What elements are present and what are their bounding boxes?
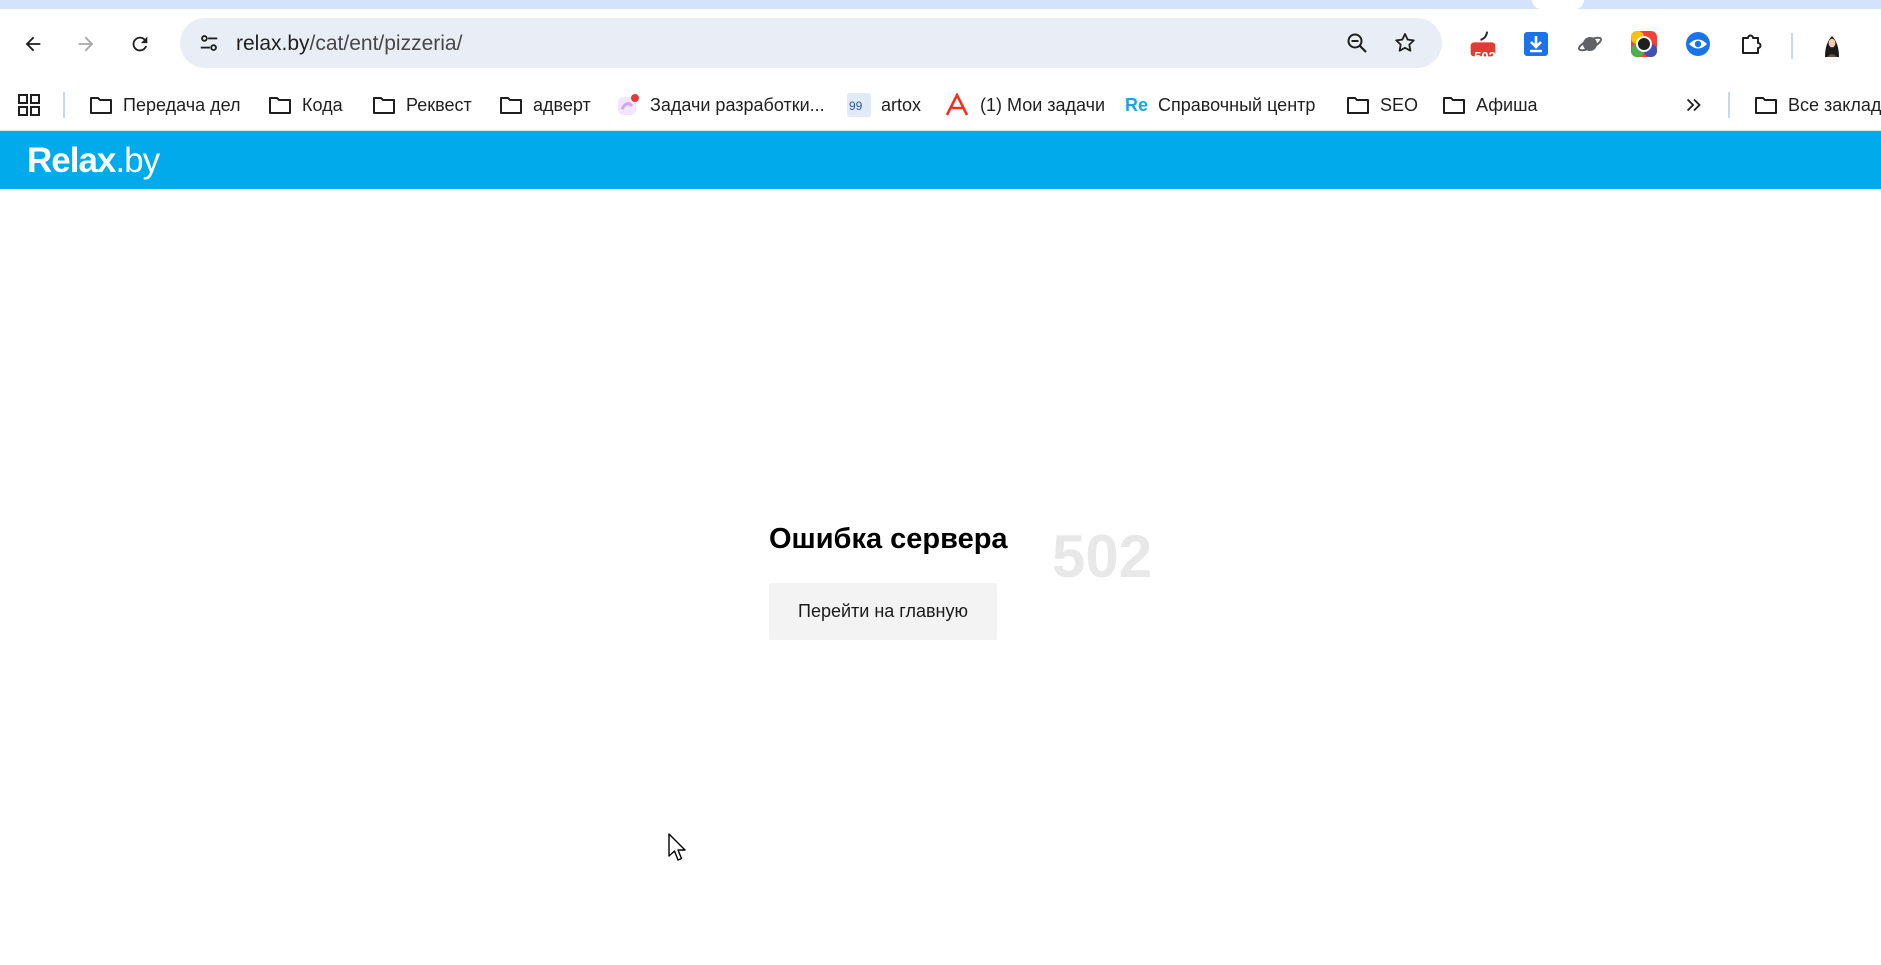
502-badge-extension-icon[interactable]: 502 [1466,27,1500,64]
extensions-puzzle-icon [1742,34,1762,54]
bookmark-label: Задачи разработки... [650,94,825,115]
bookmark-link[interactable]: 99 artox [847,88,921,122]
bookmark-label: SEO [1380,94,1419,115]
bookmark-label: Афиша [1476,94,1538,115]
extensions-puzzle-button[interactable] [1735,27,1769,61]
arrow-right-icon [78,36,94,52]
profile-avatar-button[interactable] [1815,27,1849,61]
artox-icon-text: 99 [849,99,863,113]
color-picker-icon [1631,31,1657,57]
bookmark-label: artox [881,94,922,115]
bookmark-label: адверт [533,94,591,115]
logo-light-text: .by [115,141,160,180]
re-icon: Re [1125,94,1149,115]
tune-icon [200,35,218,51]
bookmark-label: (1) Мои задачи [980,94,1106,115]
bookmark-label: Передача дел [123,94,241,115]
go-home-button[interactable]: Перейти на главную [769,583,997,640]
folder-icon [373,97,395,114]
bookmark-folder[interactable]: SEO [1346,88,1418,122]
bookmark-folder[interactable]: Кода [268,88,343,122]
artox-icon: 99 [847,93,871,117]
forward-button[interactable] [69,27,103,61]
bookmarks-bar: Передача дел Кода Реквест адверт Задачи … [0,80,1881,131]
apps-grid-icon [18,94,40,116]
bookmarks-overflow-button[interactable] [1683,88,1705,122]
bookmark-folder[interactable]: адверт [499,88,591,122]
error-title: Ошибка сервера [769,523,1008,555]
arrow-left-icon [25,36,41,52]
site-header: Relax.by [0,131,1881,189]
extension-badge-text: 502 [1474,49,1496,64]
all-bookmarks-label: Все заклад [1788,94,1881,115]
double-chevron-right-icon [1686,98,1701,112]
folder-icon [1347,97,1369,114]
apps-button[interactable] [17,88,41,122]
logo-bold-text: Relax [27,141,116,180]
bookmark-star-button[interactable] [1388,26,1422,60]
folder-icon [1443,97,1465,114]
planet-extension-icon[interactable] [1573,27,1607,61]
bookmark-label: Реквест [406,94,472,115]
eye-extension-icon[interactable] [1681,27,1715,61]
browser-toolbar: relax.by/cat/ent/pizzeria/ 502 [0,9,1881,80]
bookmarks-divider [63,92,65,118]
site-info-button[interactable] [192,26,226,60]
bookmark-folder[interactable]: Афиша [1442,88,1538,122]
url-host: relax.by [236,32,310,55]
bookmark-link[interactable]: Re Справочный центр [1125,88,1315,122]
bookmark-link[interactable]: Задачи разработки... [616,88,825,122]
url-text[interactable]: relax.by/cat/ent/pizzeria/ [236,32,462,56]
all-bookmarks-button[interactable]: Все заклад [1754,88,1881,122]
error-code: 502 [1052,523,1153,590]
bookmark-folder[interactable]: Передача дел [89,88,241,122]
bookmarks-divider [1728,92,1730,118]
folder-icon [90,97,112,114]
reload-button[interactable] [123,27,157,61]
download-icon [1524,32,1548,56]
star-icon [1395,33,1415,52]
alfa-icon [945,93,969,116]
folder-icon [269,97,291,114]
avatar [1819,31,1845,57]
active-tab[interactable] [1532,0,1584,9]
reload-icon [132,36,148,52]
bookmark-link[interactable]: (1) Мои задачи [944,88,1105,122]
color-picker-extension-icon[interactable] [1627,27,1661,61]
zoom-out-icon [1347,33,1367,53]
bookmark-label: Справочный центр [1158,94,1316,115]
tab-strip [0,0,1881,9]
back-button[interactable] [16,27,50,61]
bookmark-label: Кода [302,94,343,115]
eye-icon [1686,32,1710,56]
bookmark-folder[interactable]: Реквест [372,88,472,122]
planet-icon [1577,36,1603,52]
download-extension-icon[interactable] [1519,27,1553,61]
tasks-app-icon [618,94,639,115]
address-bar[interactable]: relax.by/cat/ent/pizzeria/ [180,18,1442,68]
toolbar-divider [1791,33,1793,59]
folder-icon [500,97,522,114]
folder-icon [1755,97,1777,114]
url-path: /cat/ent/pizzeria/ [309,32,463,55]
mouse-cursor-icon [668,833,686,861]
zoom-button[interactable] [1340,26,1374,60]
site-logo[interactable]: Relax.by [27,141,160,181]
